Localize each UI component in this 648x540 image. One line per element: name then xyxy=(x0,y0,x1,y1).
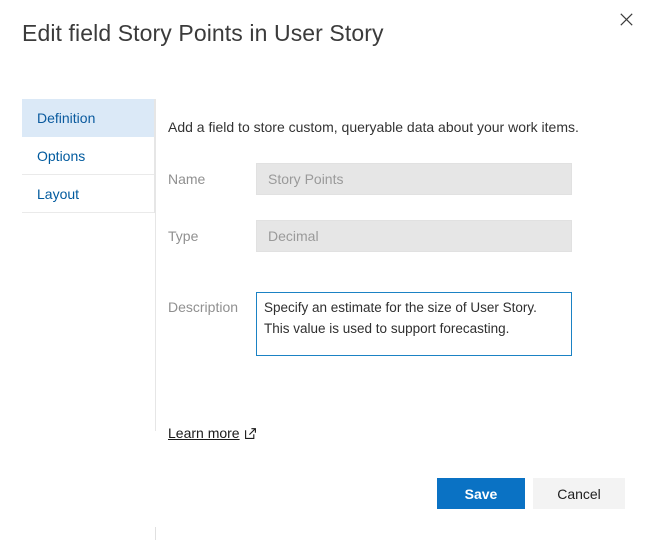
close-icon-glyph xyxy=(619,12,633,26)
save-button[interactable]: Save xyxy=(437,478,525,509)
tab-layout-label: Layout xyxy=(37,186,80,202)
name-input[interactable] xyxy=(256,163,572,195)
tab-rail: Definition Options Layout xyxy=(22,99,155,213)
description-field-wrapper xyxy=(256,292,572,361)
tab-definition-label: Definition xyxy=(37,110,96,126)
type-field-wrapper xyxy=(256,220,572,252)
dialog-footer: Save Cancel xyxy=(0,478,648,509)
name-label: Name xyxy=(168,171,206,187)
learn-more-label: Learn more xyxy=(168,425,240,441)
tab-layout[interactable]: Layout xyxy=(22,175,154,213)
external-link-icon xyxy=(244,427,256,439)
name-field-wrapper xyxy=(256,163,572,195)
page-title: Edit field Story Points in User Story xyxy=(22,20,384,46)
edit-field-dialog: Edit field Story Points in User Story De… xyxy=(0,0,648,540)
rail-divider xyxy=(155,99,156,431)
description-textarea[interactable] xyxy=(256,292,572,356)
close-icon[interactable] xyxy=(610,4,642,34)
tab-options[interactable]: Options xyxy=(22,137,154,175)
cancel-button[interactable]: Cancel xyxy=(533,478,625,509)
learn-more-link[interactable]: Learn more xyxy=(168,425,256,441)
description-label: Description xyxy=(168,299,239,315)
tab-definition[interactable]: Definition xyxy=(22,99,154,137)
pane-description: Add a field to store custom, queryable d… xyxy=(168,119,579,135)
definition-pane: Add a field to store custom, queryable d… xyxy=(168,99,624,356)
type-input[interactable] xyxy=(256,220,572,252)
rail-divider-bottom xyxy=(155,527,156,540)
tab-options-label: Options xyxy=(37,148,86,164)
type-label: Type xyxy=(168,228,199,244)
